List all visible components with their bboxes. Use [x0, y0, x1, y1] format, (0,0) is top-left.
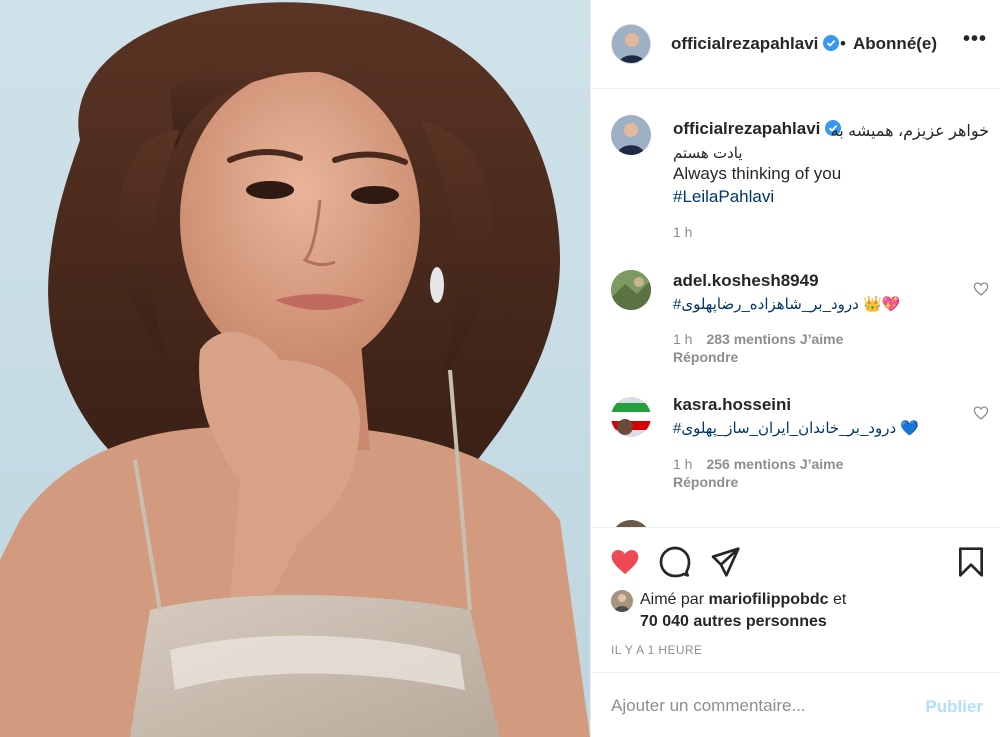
comment-icon[interactable] — [659, 546, 691, 578]
comment-likes-count[interactable]: 283 mentions J’aime — [706, 331, 843, 347]
verified-badge-icon — [823, 35, 840, 51]
like-comment-heart-icon[interactable] — [973, 281, 989, 297]
comment-avatar[interactable] — [611, 270, 651, 310]
comment-meta: 1 h 283 mentions J’aime — [673, 331, 843, 347]
caption-time: 1 h — [673, 224, 693, 240]
save-bookmark-icon[interactable] — [955, 546, 987, 578]
comment-likes-count[interactable]: 256 mentions J’aime — [706, 456, 843, 472]
post-side-panel: officialrezapahlavi • Abonné(e) ••• offi… — [590, 0, 1000, 737]
owner-username-link[interactable]: officialrezapahlavi — [671, 34, 840, 54]
liker-username-link[interactable]: mariofilippobdc — [708, 591, 828, 608]
follow-status-button[interactable]: Abonné(e) — [853, 34, 937, 54]
post-actions-bar — [591, 528, 1000, 588]
comment-username-link[interactable]: kasra.hosseini — [673, 395, 791, 415]
post-timestamp[interactable]: IL Y A 1 HEURE — [611, 643, 702, 657]
comment-text: #درود_بر_شاهزاده_رضاپهلوی 👑💖 — [673, 296, 901, 313]
add-comment-input[interactable] — [611, 691, 911, 721]
comment-time: 1 h — [673, 456, 693, 472]
header-separator: • — [840, 34, 846, 53]
comment-username-link[interactable]: adel.koshesh8949 — [673, 271, 819, 291]
post-image[interactable] — [0, 0, 590, 737]
reply-button[interactable]: Répondre — [673, 349, 738, 365]
caption-english: Always thinking of you — [673, 164, 842, 183]
comment-avatar[interactable] — [611, 397, 651, 437]
caption-hashtag-link[interactable]: #LeilaPahlavi — [673, 185, 774, 208]
comment-avatar[interactable] — [611, 520, 651, 527]
caption-avatar[interactable] — [611, 115, 651, 155]
reply-button[interactable]: Répondre — [673, 474, 738, 490]
comment-text: #درود_بر_خاندان_ایران_ساز_پهلوی 💙 — [673, 420, 920, 437]
comment-item: adel.koshesh8949 #درود_بر_شاهزاده_رضاپهل… — [591, 268, 1000, 378]
liker-avatar[interactable] — [611, 590, 633, 612]
liked-heart-icon[interactable] — [609, 546, 641, 578]
add-comment-bar: Publier — [591, 672, 1000, 737]
likes-others-link[interactable]: 70 040 autres personnes — [640, 611, 827, 633]
publish-button[interactable]: Publier — [925, 697, 983, 717]
owner-avatar[interactable] — [611, 24, 651, 64]
share-icon[interactable] — [709, 546, 741, 578]
post-header: officialrezapahlavi • Abonné(e) ••• — [591, 0, 1000, 89]
comment-item: kasra.hosseini #درود_بر_خاندان_ایران_ساز… — [591, 395, 1000, 505]
comment-meta: 1 h 256 mentions J’aime — [673, 456, 843, 472]
caption-persian-line1: خواهر عزیزم، همیشه به — [830, 123, 989, 140]
caption: officialrezapahlavi خواهر عزیزم، همیشه ب… — [591, 90, 1000, 250]
caption-username[interactable]: officialrezapahlavi — [673, 119, 842, 139]
likes-line: Aimé par mariofilippobdc et — [640, 591, 847, 608]
comment-time: 1 h — [673, 331, 693, 347]
comments-list[interactable]: officialrezapahlavi خواهر عزیزم، همیشه ب… — [591, 90, 1000, 528]
more-options-icon[interactable]: ••• — [963, 28, 987, 51]
like-comment-heart-icon[interactable] — [973, 405, 989, 421]
post-photo-woman-portrait — [0, 2, 590, 737]
